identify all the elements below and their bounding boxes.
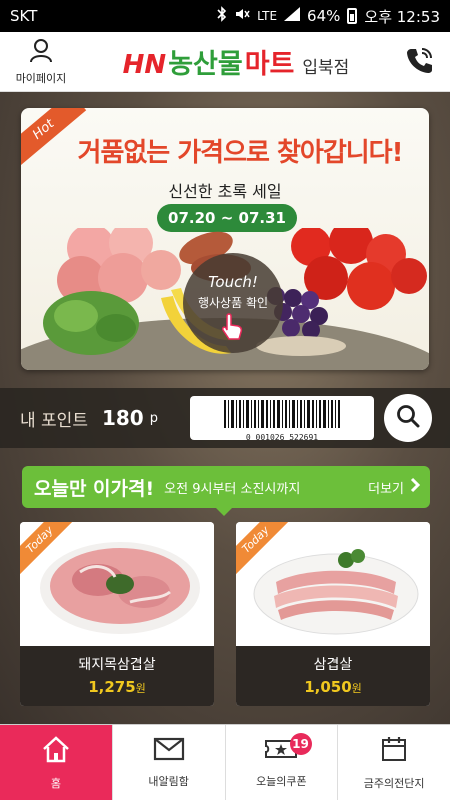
logo-hn: HN [122,50,167,80]
membership-barcode[interactable]: 0 001026 522691 [190,396,374,442]
tab-label: 금주의전단지 [363,776,425,790]
product-price: 1,275원 [20,678,214,696]
price-value: 1,275 [88,678,136,696]
calendar-icon [380,735,408,767]
product-card[interactable]: Today 돼지목삼겹살 1,275원 [20,522,214,706]
product-image: Today [20,522,214,646]
branch-name: 입북점 [302,58,350,78]
search-icon [395,403,421,433]
status-icons: LTE 64% 오후 12:53 [217,6,440,27]
price-unit: 원 [351,682,362,695]
tab-flyer[interactable]: 금주의전단지 [338,725,450,800]
mail-icon [153,737,185,765]
logo-red-text: 마트 [244,49,295,80]
today-deal-header: 오늘만 이가격! 오전 9시부터 소진시까지 더보기 [22,466,430,508]
store-logo: HN 농산물 마트 입북점 [82,42,390,81]
tab-coupons[interactable]: 19 오늘의쿠폰 [226,725,339,800]
phone-icon [405,45,435,79]
status-bar: SKT LTE 64% 오후 12:53 [0,0,450,32]
app-header: 마이페이지 HN 농산물 마트 입북점 [0,32,450,92]
clock: 오후 12:53 [364,7,440,26]
logo-green-text: 농산물 [168,49,243,80]
banner-subtitle: 신선한 초록 세일 [168,182,282,201]
mute-icon [234,7,250,25]
call-button[interactable] [390,45,450,79]
chevron-right-icon [410,477,421,497]
bottom-tab-bar: 홈 내알림함 19 오늘의쿠폰 금주의전단지 [0,724,450,800]
network-label: LTE [257,9,278,23]
carrier-label: SKT [10,7,38,25]
battery-level: 64% [307,7,341,25]
hand-pointer-icon [218,313,248,345]
search-button[interactable] [384,394,432,442]
product-card[interactable]: Today 삼겹살 1,050원 [236,522,430,706]
tab-label: 홈 [50,776,61,790]
point-value: 180 [101,406,144,430]
tab-label: 내알림함 [148,774,189,788]
coupon-count-badge: 19 [289,733,312,755]
product-info: 삼겹살 1,050원 [236,646,430,706]
touch-title: Touch! [208,273,258,291]
tab-label: 오늘의쿠폰 [256,774,307,788]
promo-banner[interactable]: Hot 거품없는 가격으로 찾아갑니다! 신선한 초록 세일 07.20 ~ 0… [21,108,429,370]
touch-event-button[interactable]: Touch! 행사상품 확인 [183,253,283,353]
today-pointer [216,508,232,516]
product-price: 1,050원 [236,678,430,696]
point-bar: 내 포인트 180 p 0 001026 522691 [0,388,450,448]
price-value: 1,050 [304,678,352,696]
point-label: 내 포인트 [20,410,88,431]
user-icon [28,37,54,67]
barcode-icon [224,400,340,428]
barcode-number: 0 001026 522691 [245,433,319,442]
price-unit: 원 [135,682,146,695]
today-title: 오늘만 이가격! [34,477,155,500]
tab-notifications[interactable]: 내알림함 [113,725,226,800]
mypage-label: 마이페이지 [15,72,67,85]
more-label: 더보기 [368,481,404,497]
home-icon [41,735,71,767]
today-desc: 오전 9시부터 소진시까지 [164,481,301,497]
battery-icon [347,8,358,24]
more-link[interactable]: 더보기 [368,477,421,497]
signal-icon [284,7,301,25]
product-name: 삼겹살 [313,657,353,673]
banner-headline: 거품없는 가격으로 찾아갑니다! [77,138,404,168]
touch-desc: 행사상품 확인 [197,296,269,310]
bluetooth-icon [217,6,227,26]
tab-home[interactable]: 홈 [0,725,113,800]
product-name: 돼지목삼겹살 [78,657,156,673]
product-image: Today [236,522,430,646]
point-unit: p [149,410,158,426]
mypage-button[interactable]: 마이페이지 [0,37,82,86]
product-info: 돼지목삼겹살 1,275원 [20,646,214,706]
